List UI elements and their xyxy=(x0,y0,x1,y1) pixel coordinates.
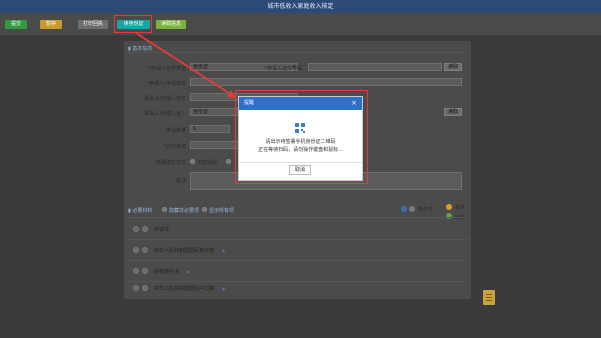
doc-status-circle[interactable] xyxy=(142,268,148,274)
hide-optional-toggle[interactable]: 隐藏非必要项 xyxy=(169,207,199,214)
applicant-unit-input[interactable] xyxy=(190,78,462,86)
print-receipt-button[interactable]: 打印回执 xyxy=(78,20,108,29)
reminder-dialog: 提醒 × 请出示待签署手机身份证二维码 正在等待扫码，请勿操作键盘和鼠标... … xyxy=(238,96,363,181)
read-info-button[interactable]: 读取信息 xyxy=(156,20,186,29)
dialog-message-line2: 正在等待扫码，请勿操作键盘和鼠标... xyxy=(258,147,343,153)
doc-status-circle[interactable] xyxy=(133,285,139,291)
cancel-button[interactable]: 取消 xyxy=(289,165,311,175)
material-note-icon: ◆ xyxy=(186,269,190,274)
legend-electronic-dot xyxy=(401,206,407,212)
legend-unknown-dot xyxy=(409,206,415,212)
dialog-footer-divider xyxy=(239,162,362,163)
save-draft-button[interactable]: 暂存 xyxy=(40,20,62,29)
show-all-radio[interactable] xyxy=(202,207,207,212)
submit-button[interactable]: 提交 xyxy=(5,20,27,29)
contact-name-label: 联系人/代理人姓名 xyxy=(144,96,186,102)
result-delivery-label: 结果送达方式 xyxy=(155,160,186,166)
delivery-radio-other[interactable] xyxy=(226,159,231,164)
quantity-input[interactable]: 1 xyxy=(190,125,230,133)
read-contact-id-button[interactable]: 读取 xyxy=(444,108,462,116)
list-item[interactable]: 中华人民共和国居民户口簿 ◆ xyxy=(124,279,471,299)
materials-divider xyxy=(128,217,468,218)
id-number-input[interactable] xyxy=(308,63,442,71)
doc-status-circle[interactable] xyxy=(142,285,148,291)
quantity-label: 申请数量 xyxy=(165,128,186,134)
show-all-toggle[interactable]: 显示所有项 xyxy=(209,207,234,214)
doc-status-circle[interactable] xyxy=(133,268,139,274)
remark-label: 备注 xyxy=(175,178,186,184)
material-note-icon: ◆ xyxy=(222,286,226,291)
list-item[interactable]: 中华人民共和国居民身份证 ◆ xyxy=(124,240,471,260)
list-item[interactable]: 授权委托书 ◆ xyxy=(124,261,471,281)
document-icon[interactable] xyxy=(483,290,495,305)
legend-paper-dot xyxy=(446,204,452,210)
item-name-label: *办件名称 xyxy=(163,144,186,150)
dialog-message-line1: 请出示待签署手机身份证二维码 xyxy=(265,139,336,145)
material-name: 授权委托书 xyxy=(154,269,180,275)
material-name: 中华人民共和国居民身份证 xyxy=(154,248,215,254)
basic-info-section-title: ▮ 基本信息 xyxy=(128,46,153,52)
doc-status-circle[interactable] xyxy=(142,226,148,232)
section-divider xyxy=(128,52,468,53)
legend-electronic-label: 电子件 xyxy=(418,207,434,213)
list-item[interactable]: 申请书 xyxy=(124,219,471,239)
contact-id-type-label: 联系人/代理人证··· xyxy=(144,111,186,117)
dialog-header: 提醒 × xyxy=(239,97,362,110)
delivery-radio-none[interactable] xyxy=(190,159,195,164)
material-name: 中华人民共和国居民户口簿 xyxy=(154,286,215,292)
dialog-title: 提醒 xyxy=(244,100,255,106)
toolbar: 提交 暂存 打印回执 读身份证 读取信息 xyxy=(0,13,601,35)
material-name: 申请书 xyxy=(154,227,170,233)
doc-status-circle[interactable] xyxy=(133,247,139,253)
window-title: 城市低收入家庭收入核定 xyxy=(0,0,601,13)
hide-optional-radio[interactable] xyxy=(162,207,167,212)
close-icon[interactable]: × xyxy=(351,97,357,110)
material-note-icon: ◆ xyxy=(222,248,226,253)
id-type-label: *申请人证件类型 xyxy=(148,66,186,72)
materials-section-title: ▮ 必要材料 xyxy=(128,208,153,214)
read-id-card-highlight xyxy=(114,15,152,33)
read-id-button[interactable]: 读取 xyxy=(444,63,462,71)
applicant-unit-label: *申请人/申请单位 xyxy=(146,81,186,87)
qr-code-icon xyxy=(295,123,305,133)
doc-status-circle[interactable] xyxy=(142,247,148,253)
doc-status-circle[interactable] xyxy=(133,226,139,232)
delivery-option-label: 无需收取 xyxy=(197,160,218,166)
legend-paper-label: 纸件 xyxy=(455,205,466,211)
id-number-label: *申请人证件号码 xyxy=(264,66,302,72)
